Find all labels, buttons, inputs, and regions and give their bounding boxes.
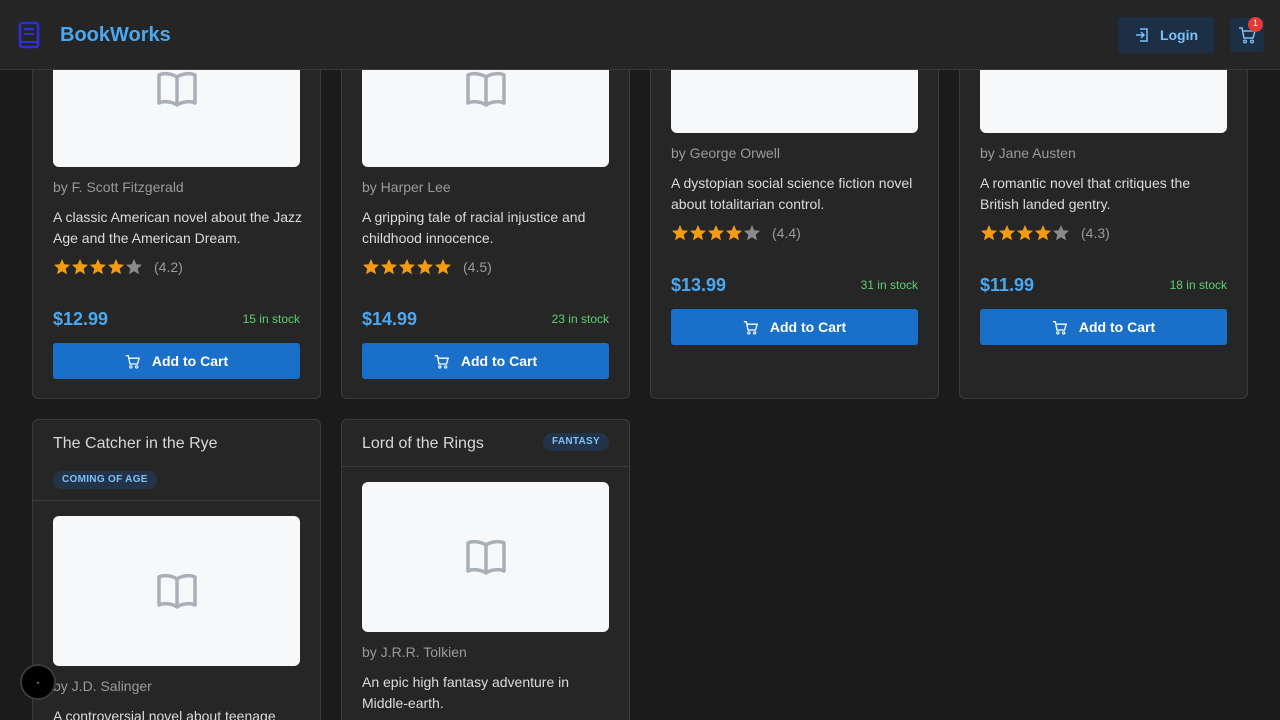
star-filled-icon — [1017, 225, 1033, 241]
star-filled-icon — [363, 259, 379, 275]
book-price: $14.99 — [362, 309, 418, 329]
add-to-cart-label: Add to Cart — [151, 353, 229, 369]
book-price: $11.99 — [980, 275, 1035, 295]
add-to-cart-label: Add to Cart — [460, 353, 538, 369]
book-rating: (4.3) — [980, 224, 1110, 242]
book-author: by Jane Austen — [980, 145, 1076, 161]
add-to-cart-button[interactable]: Add to Cart — [362, 343, 609, 379]
rating-stars — [980, 224, 1070, 242]
rating-value: (4.2) — [154, 259, 183, 275]
star-filled-icon — [999, 225, 1015, 241]
rating-stars — [362, 258, 452, 276]
cart-icon — [125, 354, 140, 369]
star-filled-icon — [399, 259, 415, 275]
book-rating: (4.4) — [671, 224, 801, 242]
open-book-icon — [465, 539, 506, 575]
stock-count: 15 in stock — [242, 312, 300, 326]
star-filled-icon — [72, 259, 88, 275]
book-author: by J.D. Salinger — [53, 678, 152, 694]
add-to-cart-button[interactable]: Add to Cart — [53, 343, 300, 379]
brand-name: BookWorks — [60, 23, 171, 46]
star-filled-icon — [708, 225, 724, 241]
star-filled-icon — [417, 259, 433, 275]
star-filled-icon — [726, 225, 742, 241]
book-author: by J.R.R. Tolkien — [362, 644, 467, 660]
star-filled-icon — [54, 259, 70, 275]
dot-icon: · — [36, 675, 40, 689]
open-book-icon — [465, 71, 506, 107]
genre-badge: COMING OF AGE — [53, 471, 157, 489]
cart-button[interactable]: 1 — [1230, 17, 1264, 52]
rating-stars — [53, 258, 143, 276]
book-price: $12.99 — [53, 309, 109, 329]
book-cover-placeholder — [53, 516, 300, 666]
cart-count-badge: 1 — [1248, 17, 1263, 32]
book-cover-placeholder — [362, 482, 609, 632]
genre-badge: FANTASY — [542, 433, 609, 451]
star-empty-icon — [744, 225, 760, 241]
stock-count: 31 in stock — [860, 278, 918, 292]
open-book-icon — [156, 71, 197, 107]
book-rating: (4.5) — [362, 258, 492, 276]
open-book-icon — [156, 573, 197, 609]
star-filled-icon — [690, 225, 706, 241]
book-logo-icon — [18, 21, 40, 49]
add-to-cart-button[interactable]: Add to Cart — [980, 309, 1227, 345]
star-filled-icon — [381, 259, 397, 275]
book-card: Lord of the Rings FANTASY by J.R.R. Tolk… — [341, 419, 630, 720]
card-header: The Catcher in the Rye COMING OF AGE — [33, 420, 320, 501]
cart-icon — [1052, 320, 1067, 335]
login-icon — [1135, 28, 1148, 42]
cart-icon — [434, 354, 449, 369]
add-to-cart-label: Add to Cart — [1078, 319, 1156, 335]
rating-value: (4.4) — [772, 225, 801, 241]
book-price: $13.99 — [671, 275, 727, 295]
brand[interactable]: BookWorks — [18, 21, 171, 49]
rating-value: (4.3) — [1081, 225, 1110, 241]
book-author: by Harper Lee — [362, 179, 451, 195]
book-description: An epic high fantasy adventure in Middle… — [362, 674, 570, 711]
cart-icon — [743, 320, 758, 335]
book-description: A classic American novel about the Jazz … — [53, 209, 303, 246]
book-card: The Catcher in the Rye COMING OF AGE by … — [32, 419, 321, 720]
add-to-cart-button[interactable]: Add to Cart — [671, 309, 918, 345]
star-filled-icon — [981, 225, 997, 241]
book-description: A romantic novel that critiques the Brit… — [980, 175, 1191, 212]
book-author: by George Orwell — [671, 145, 780, 161]
book-description: A dystopian social science fiction novel… — [671, 175, 913, 212]
book-author: by F. Scott Fitzgerald — [53, 179, 184, 195]
login-label: Login — [1159, 27, 1199, 43]
stock-count: 18 in stock — [1169, 278, 1227, 292]
card-header: Lord of the Rings FANTASY — [342, 420, 629, 467]
star-filled-icon — [672, 225, 688, 241]
stock-count: 23 in stock — [551, 312, 609, 326]
star-filled-icon — [435, 259, 451, 275]
rating-value: (4.5) — [463, 259, 492, 275]
login-button[interactable]: Login — [1118, 17, 1214, 53]
floating-action-button[interactable]: · — [20, 664, 56, 700]
book-description: A gripping tale of racial injustice and … — [362, 209, 586, 246]
add-to-cart-label: Add to Cart — [769, 319, 847, 335]
book-title: Lord of the Rings — [362, 435, 484, 452]
rating-stars — [671, 224, 761, 242]
star-filled-icon — [1035, 225, 1051, 241]
book-title: The Catcher in the Rye — [53, 435, 218, 452]
book-description: A controversial novel about teenage — [53, 708, 276, 720]
star-filled-icon — [90, 259, 106, 275]
book-rating: (4.2) — [53, 258, 183, 276]
star-empty-icon — [1053, 225, 1069, 241]
top-navbar: BookWorks Login 1 — [0, 0, 1280, 70]
star-empty-icon — [126, 259, 142, 275]
star-filled-icon — [108, 259, 124, 275]
